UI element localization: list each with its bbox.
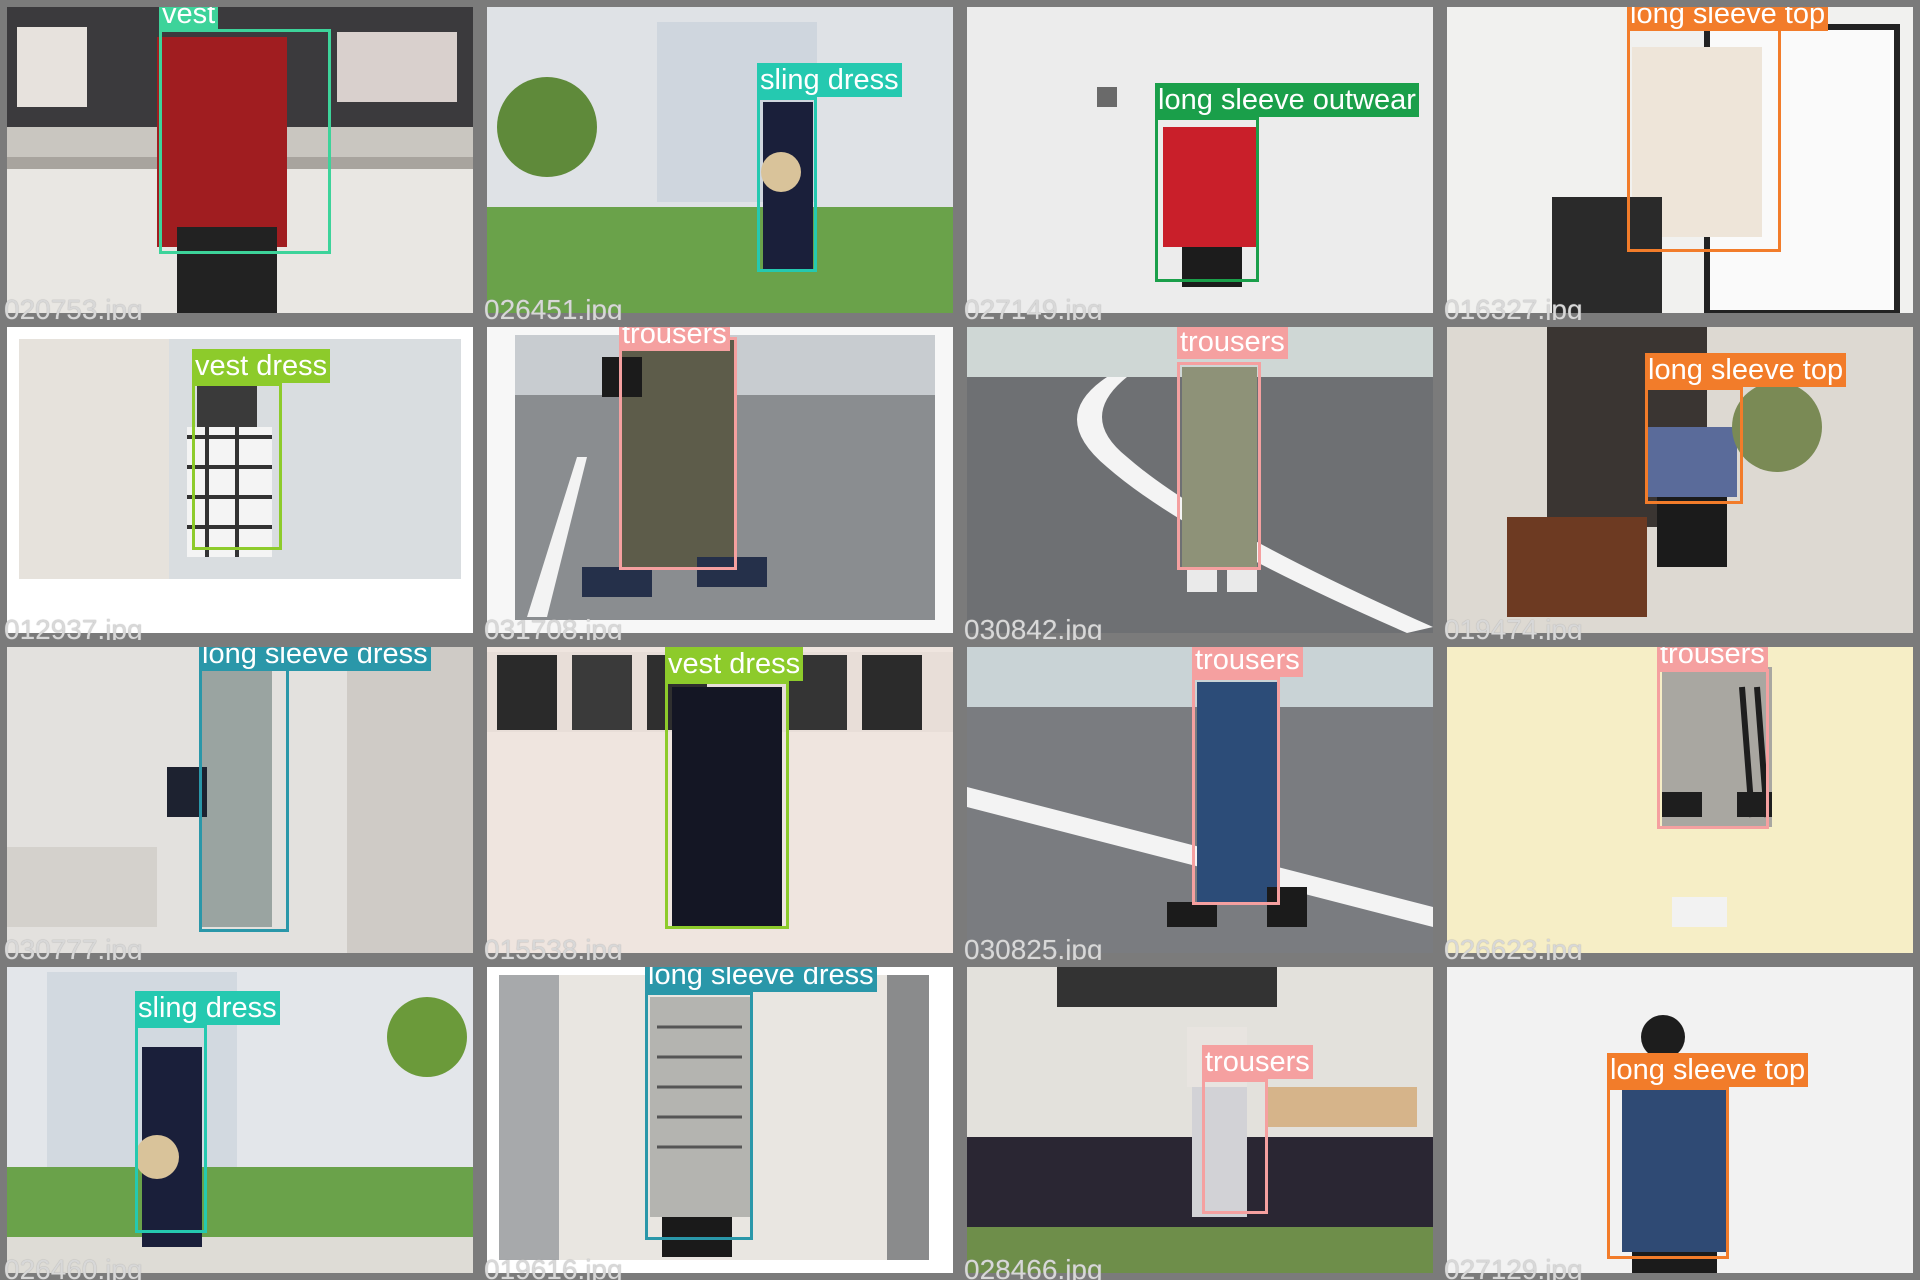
bounding-box <box>135 1025 207 1233</box>
bbox-label: long sleeve top <box>1607 1053 1809 1087</box>
grid-tile: trousers 026623.jpg <box>1440 640 1920 960</box>
grid-tile: long sleeve dress 030777.jpg <box>0 640 480 960</box>
photo: trousers <box>967 967 1433 1273</box>
grid-tile: vest dress 012937.jpg <box>0 320 480 640</box>
bounding-box <box>1177 362 1261 570</box>
image-filename: 027149.jpg <box>964 294 1103 320</box>
photo: long sleeve dress <box>487 967 953 1273</box>
grid-tile: trousers 030842.jpg <box>960 320 1440 640</box>
photo: sling dress <box>7 967 473 1273</box>
photo: long sleeve top <box>1447 7 1913 313</box>
bounding-box <box>665 681 789 929</box>
grid-tile: long sleeve top 027129.jpg <box>1440 960 1920 1280</box>
bounding-box <box>1192 677 1280 905</box>
photo: long sleeve dress <box>7 647 473 953</box>
bbox-label: trousers <box>619 327 730 351</box>
image-filename: 030825.jpg <box>964 934 1103 960</box>
photo: long sleeve outwear <box>967 7 1433 313</box>
photo: trousers <box>967 327 1433 633</box>
bounding-box <box>1155 117 1259 282</box>
photo: vest dress <box>7 327 473 633</box>
bbox-label: long sleeve top <box>1627 7 1829 31</box>
grid-tile: trousers 028466.jpg <box>960 960 1440 1280</box>
bbox-label: trousers <box>1177 327 1288 359</box>
photo: sling dress <box>487 7 953 313</box>
bbox-label: vest dress <box>192 349 331 383</box>
grid-tile: long sleeve outwear 027149.jpg <box>960 0 1440 320</box>
image-filename: 030842.jpg <box>964 614 1103 640</box>
photo: trousers <box>1447 647 1913 953</box>
image-filename: 019616.jpg <box>484 1254 623 1280</box>
photo: vest dress <box>487 647 953 953</box>
image-filename: 027129.jpg <box>1444 1254 1583 1280</box>
bounding-box <box>757 97 817 272</box>
grid-tile: long sleeve top 019474.jpg <box>1440 320 1920 640</box>
image-filename: 020753.jpg <box>4 294 143 320</box>
bounding-box <box>1657 669 1769 829</box>
detection-grid: vest 020753.jpg sling dress 026451.jpg l… <box>0 0 1920 1280</box>
bbox-label: long sleeve dress <box>645 967 877 992</box>
bbox-label: vest dress <box>665 647 804 681</box>
grid-tile: vest dress 015538.jpg <box>480 640 960 960</box>
bbox-label: sling dress <box>757 63 902 97</box>
bbox-label: trousers <box>1202 1045 1313 1079</box>
photo: long sleeve top <box>1447 327 1913 633</box>
image-filename: 016327.jpg <box>1444 294 1583 320</box>
bounding-box <box>645 992 753 1240</box>
photo: trousers <box>967 647 1433 953</box>
photo: long sleeve top <box>1447 967 1913 1273</box>
grid-tile: trousers 030825.jpg <box>960 640 1440 960</box>
bounding-box <box>1607 1087 1729 1259</box>
image-filename: 031708.jpg <box>484 614 623 640</box>
bounding-box <box>1627 19 1781 252</box>
image-filename: 030777.jpg <box>4 934 143 960</box>
grid-tile: sling dress 026460.jpg <box>0 960 480 1280</box>
bounding-box <box>199 652 289 932</box>
bounding-box <box>619 337 737 570</box>
grid-tile: vest 020753.jpg <box>0 0 480 320</box>
bbox-label: vest <box>159 7 219 31</box>
image-filename: 019474.jpg <box>1444 614 1583 640</box>
bbox-label: sling dress <box>135 991 280 1025</box>
image-filename: 012937.jpg <box>4 614 143 640</box>
grid-tile: sling dress 026451.jpg <box>480 0 960 320</box>
image-filename: 028466.jpg <box>964 1254 1103 1280</box>
grid-tile: long sleeve top 016327.jpg <box>1440 0 1920 320</box>
bounding-box <box>1202 1079 1268 1214</box>
bbox-label: long sleeve dress <box>199 647 431 671</box>
bbox-label: trousers <box>1657 647 1768 671</box>
bounding-box <box>192 383 282 550</box>
photo: vest <box>7 7 473 313</box>
photo: trousers <box>487 327 953 633</box>
bounding-box <box>1645 387 1743 504</box>
image-filename: 015538.jpg <box>484 934 623 960</box>
bbox-label: long sleeve top <box>1645 353 1847 387</box>
grid-tile: long sleeve dress 019616.jpg <box>480 960 960 1280</box>
image-filename: 026460.jpg <box>4 1254 143 1280</box>
image-filename: 026451.jpg <box>484 294 623 320</box>
bbox-label: trousers <box>1192 647 1303 677</box>
image-filename: 026623.jpg <box>1444 934 1583 960</box>
grid-tile: trousers 031708.jpg <box>480 320 960 640</box>
bbox-label: long sleeve outwear <box>1155 83 1419 117</box>
bounding-box <box>159 29 331 254</box>
